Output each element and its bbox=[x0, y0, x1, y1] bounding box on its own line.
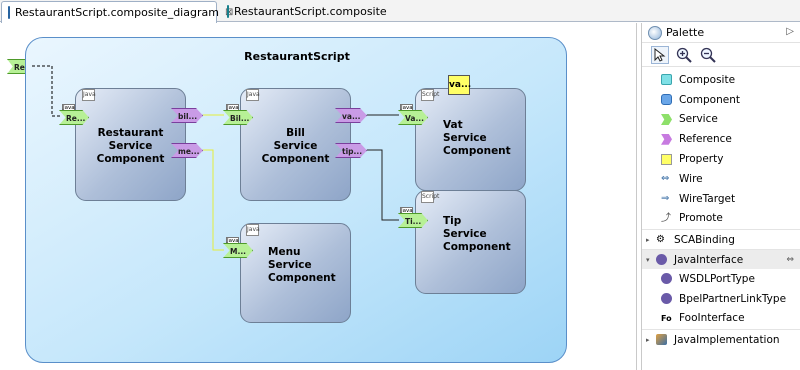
component-bill[interactable]: Bill Service Component bbox=[240, 88, 351, 201]
wsdl-interface-icon bbox=[661, 273, 672, 285]
component-restaurant[interactable]: Restaurant Service Component bbox=[75, 88, 186, 201]
zoom-in-icon[interactable] bbox=[675, 46, 693, 64]
tab-label: RestaurantScript.composite_diagram bbox=[15, 6, 219, 19]
palette-toolbar bbox=[642, 43, 800, 67]
property-icon bbox=[661, 153, 672, 165]
composite-title: RestaurantScript bbox=[244, 50, 350, 63]
java-implementation-icon: Java bbox=[246, 224, 260, 236]
palette-item-component[interactable]: Component bbox=[642, 90, 800, 110]
java-implementation-icon bbox=[656, 334, 667, 346]
collapse-icon: ▾ bbox=[646, 255, 650, 264]
script-implementation-icon: Script bbox=[421, 89, 439, 101]
wire-target-icon: ⇒ bbox=[661, 193, 670, 205]
component-name: Tip Service Component bbox=[443, 215, 511, 253]
tab-composite[interactable]: RestaurantScript.composite bbox=[221, 1, 387, 22]
reference-icon bbox=[661, 133, 672, 145]
drawer-java-implementation[interactable]: ▸ JavaImplementation bbox=[642, 329, 800, 349]
pin-drawer-icon[interactable]: ⇔ bbox=[786, 255, 794, 265]
palette-icon bbox=[648, 25, 662, 40]
composite-icon bbox=[661, 74, 672, 86]
expand-icon: ▸ bbox=[646, 235, 650, 244]
palette-item-reference[interactable]: Reference bbox=[642, 129, 800, 149]
component-name: Restaurant Service Component bbox=[96, 127, 165, 165]
component-icon bbox=[661, 94, 672, 106]
palette-list: Composite Component Service Reference Pr… bbox=[642, 67, 800, 349]
palette-item-service[interactable]: Service bbox=[642, 110, 800, 130]
java-implementation-icon: Java bbox=[246, 89, 260, 101]
promote-icon: ⤴ bbox=[661, 212, 671, 224]
collapse-palette-icon[interactable]: ▷ bbox=[786, 26, 794, 37]
bpel-interface-icon bbox=[661, 293, 672, 305]
java-interface-icon bbox=[656, 254, 667, 266]
component-tip[interactable]: Tip Service Component bbox=[415, 190, 526, 294]
component-name: Vat Service Component bbox=[443, 119, 511, 157]
editor-tab-bar: RestaurantScript.composite_diagram ⊠ Res… bbox=[0, 0, 800, 23]
composite-file-icon bbox=[227, 5, 229, 18]
palette-item-bpel-partner-link-type[interactable]: BpelPartnerLinkType bbox=[642, 289, 800, 309]
palette-item-property[interactable]: Property bbox=[642, 149, 800, 169]
select-tool-icon[interactable] bbox=[651, 45, 669, 64]
service-icon bbox=[661, 113, 672, 125]
component-vat[interactable]: Vat Service Component bbox=[415, 88, 526, 191]
palette-item-wire[interactable]: ⇔ Wire bbox=[642, 169, 800, 189]
palette-header: Palette ▷ bbox=[642, 23, 800, 43]
drawer-java-interface[interactable]: ▾ JavaInterface ⇔ bbox=[642, 249, 800, 269]
component-name: Bill Service Component bbox=[261, 127, 330, 165]
palette-item-wire-target[interactable]: ⇒ WireTarget bbox=[642, 189, 800, 209]
tab-composite-diagram[interactable]: RestaurantScript.composite_diagram ⊠ bbox=[1, 1, 233, 23]
property-badge[interactable]: va... bbox=[448, 75, 471, 95]
diagram-canvas[interactable]: Re... RestaurantScript Restaurant Servic… bbox=[0, 23, 637, 370]
foo-interface-icon: Fo bbox=[661, 313, 672, 323]
tab-label: RestaurantScript.composite bbox=[234, 5, 387, 18]
component-name: Menu Service Component bbox=[268, 246, 336, 284]
zoom-out-icon[interactable] bbox=[699, 46, 717, 64]
palette-title: Palette bbox=[666, 26, 705, 39]
java-implementation-icon: Java bbox=[82, 89, 96, 101]
expand-icon: ▸ bbox=[646, 335, 650, 344]
script-implementation-icon: Script bbox=[421, 191, 439, 203]
palette-item-foo-interface[interactable]: Fo FooInterface bbox=[642, 309, 800, 329]
palette-item-promote[interactable]: ⤴ Promote bbox=[642, 209, 800, 229]
palette-item-wsdl-port-type[interactable]: WSDLPortType bbox=[642, 269, 800, 289]
palette-item-composite[interactable]: Composite bbox=[642, 70, 800, 90]
diagram-file-icon bbox=[8, 6, 10, 19]
sca-binding-icon: ⚙ bbox=[656, 234, 665, 246]
drawer-sca-binding[interactable]: ▸ ⚙ SCABinding bbox=[642, 229, 800, 249]
component-menu[interactable]: Menu Service Component bbox=[240, 223, 351, 323]
palette-panel: Palette ▷ Composite Component Service Re… bbox=[641, 23, 800, 370]
wire-icon: ⇔ bbox=[661, 173, 670, 185]
